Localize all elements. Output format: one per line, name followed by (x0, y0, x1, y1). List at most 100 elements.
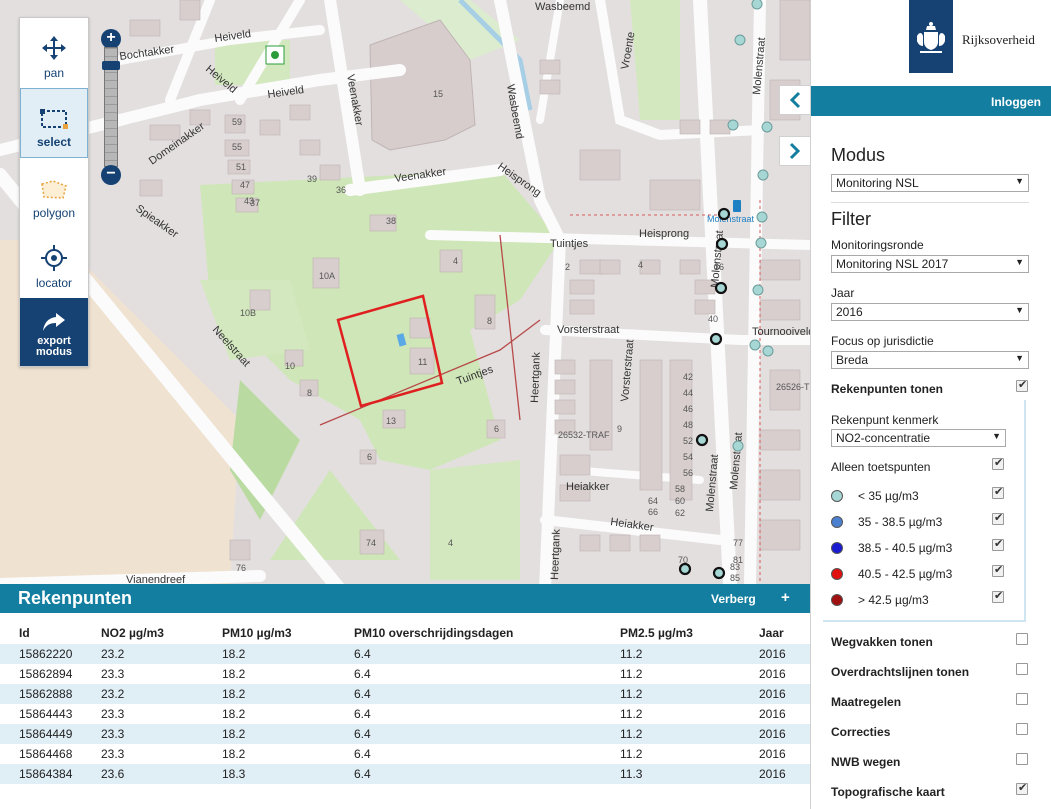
column-header[interactable]: Id (0, 623, 101, 644)
table-cell: 11.2 (620, 724, 759, 744)
layer-label: Correcties (831, 725, 891, 739)
svg-text:47: 47 (240, 180, 250, 190)
zoom-slider-handle[interactable] (102, 61, 120, 70)
modus-value: Monitoring NSL (836, 176, 919, 190)
locator-tool[interactable]: locator (20, 228, 88, 298)
table-cell: 15862220 (0, 644, 101, 664)
legend-checkbox[interactable] (992, 511, 1004, 525)
column-header[interactable]: PM10 overschrijdingsdagen (354, 623, 620, 644)
polygon-tool[interactable]: polygon (20, 158, 88, 228)
layer-checkbox[interactable] (1016, 693, 1028, 705)
crest-icon (917, 22, 945, 53)
table-cell: 2016 (759, 744, 810, 764)
column-header[interactable]: NO2 µg/m3 (101, 623, 222, 644)
street-label: Tournooiveld (752, 326, 810, 338)
kenmerk-label: Rekenpunt kenmerk (831, 413, 939, 427)
pan-tool[interactable]: pan (20, 18, 88, 88)
map-canvas[interactable]: Bochtakker Heiveld Heiveld Heiveld Domei… (0, 0, 810, 584)
alleen-toetspunten-checkbox[interactable] (992, 456, 1004, 470)
table-cell: 18.3 (222, 764, 354, 784)
table-cell: 18.2 (222, 744, 354, 764)
legend-swatch (831, 568, 843, 580)
map-view[interactable]: Bochtakker Heiveld Heiveld Heiveld Domei… (0, 0, 810, 584)
focus-select[interactable]: Breda ▼ (831, 351, 1029, 369)
svg-text:37: 37 (250, 198, 260, 208)
column-header[interactable]: PM10 µg/m3 (222, 623, 354, 644)
monitoringsronde-select[interactable]: Monitoring NSL 2017 ▼ (831, 255, 1029, 273)
focus-label: Focus op jurisdictie (831, 334, 934, 348)
layer-checkbox[interactable] (1016, 781, 1028, 795)
chevron-left-icon (789, 91, 801, 109)
column-header[interactable]: Jaar (759, 623, 810, 644)
layer-label: Wegvakken tonen (831, 635, 933, 649)
svg-text:2: 2 (565, 262, 570, 272)
layer-checkbox[interactable] (1016, 753, 1028, 765)
legend-label: > 42.5 µg/m3 (858, 593, 929, 607)
table-cell: 2016 (759, 664, 810, 684)
table-cell: 6.4 (354, 644, 620, 664)
table-cell: 11.2 (620, 684, 759, 704)
export-mode-button[interactable]: export modus (20, 298, 88, 366)
hide-results-button[interactable]: Verberg (711, 592, 756, 606)
table-cell: 18.2 (222, 704, 354, 724)
table-cell: 15864449 (0, 724, 101, 744)
table-row[interactable]: 15862894 23.3 18.2 6.4 11.2 2016 (0, 664, 810, 684)
filter-title: Filter (831, 209, 871, 229)
table-row[interactable]: 15864384 23.6 18.3 6.4 11.3 2016 (0, 764, 810, 784)
table-cell: 11.2 (620, 744, 759, 764)
collapse-panel-button[interactable] (779, 85, 810, 115)
table-row[interactable]: 15864468 23.3 18.2 6.4 11.2 2016 (0, 744, 810, 764)
svg-text:55: 55 (232, 142, 242, 152)
zoom-out-button[interactable]: − (101, 165, 121, 185)
alleen-toetspunten-label: Alleen toetspunten (831, 460, 931, 474)
svg-text:38: 38 (386, 216, 396, 226)
svg-text:83: 83 (730, 562, 740, 572)
street-label: Heertgank (549, 528, 563, 580)
login-button[interactable]: Inloggen (991, 95, 1041, 109)
expand-panel-button[interactable] (779, 136, 810, 166)
kenmerk-value: NO2-concentratie (836, 431, 931, 445)
layer-checkbox[interactable] (1016, 633, 1028, 645)
table-row[interactable]: 15864449 23.3 18.2 6.4 11.2 2016 (0, 724, 810, 744)
zoom-in-button[interactable]: + (101, 29, 121, 49)
svg-text:58: 58 (675, 484, 685, 494)
svg-text:52: 52 (683, 436, 693, 446)
table-row[interactable]: 15862220 23.2 18.2 6.4 11.2 2016 (0, 644, 810, 664)
rekenpunten-tonen-checkbox[interactable] (1016, 378, 1028, 392)
polygon-label: polygon (32, 206, 76, 220)
legend-checkbox[interactable] (992, 485, 1004, 499)
modus-select[interactable]: Monitoring NSL ▼ (831, 174, 1029, 192)
layer-checkbox[interactable] (1016, 663, 1028, 675)
table-row[interactable]: 15864443 23.3 18.2 6.4 11.2 2016 (0, 704, 810, 724)
login-bar: Inloggen (811, 86, 1051, 116)
table-cell: 23.2 (101, 684, 222, 704)
layer-checkbox[interactable] (1016, 723, 1028, 735)
table-cell: 6.4 (354, 684, 620, 704)
legend-checkbox[interactable] (992, 537, 1004, 551)
results-title: Rekenpunten (18, 588, 133, 608)
street-label: Vianendreef (126, 574, 186, 584)
svg-text:42: 42 (683, 372, 693, 382)
table-cell: 23.6 (101, 764, 222, 784)
svg-text:77: 77 (733, 538, 743, 548)
table-cell: 18.2 (222, 644, 354, 664)
svg-text:26532-TRAF: 26532-TRAF (558, 430, 610, 440)
legend-checkbox[interactable] (992, 589, 1004, 603)
kenmerk-select[interactable]: NO2-concentratie ▼ (831, 429, 1006, 447)
expand-results-button[interactable]: + (781, 589, 790, 606)
svg-text:10A: 10A (319, 271, 335, 281)
legend-checkbox[interactable] (992, 563, 1004, 577)
table-row[interactable]: 15862888 23.2 18.2 6.4 11.2 2016 (0, 684, 810, 704)
svg-text:48: 48 (683, 420, 693, 430)
select-tool[interactable]: select (20, 88, 88, 158)
table-cell: 23.3 (101, 724, 222, 744)
table-cell: 2016 (759, 724, 810, 744)
table-cell: 11.2 (620, 644, 759, 664)
layer-label: NWB wegen (831, 755, 901, 769)
table-cell: 6.4 (354, 704, 620, 724)
svg-text:13: 13 (386, 416, 396, 426)
layer-label: Maatregelen (831, 695, 902, 709)
svg-text:60: 60 (675, 496, 685, 506)
column-header[interactable]: PM2.5 µg/m3 (620, 623, 759, 644)
jaar-select[interactable]: 2016 ▼ (831, 303, 1029, 321)
